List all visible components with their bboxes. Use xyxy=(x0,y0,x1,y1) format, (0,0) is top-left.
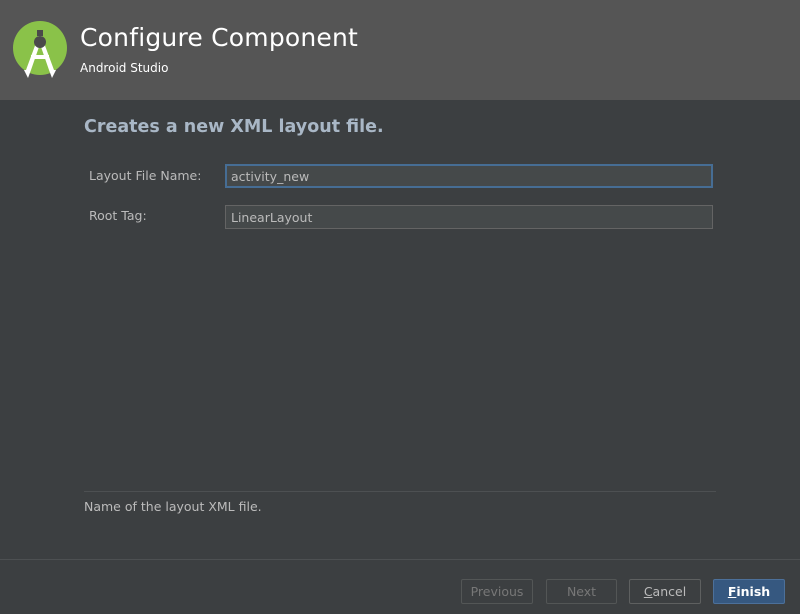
finish-label-rest: inish xyxy=(736,584,771,599)
root-tag-input[interactable] xyxy=(225,205,713,229)
step-description: Creates a new XML layout file. xyxy=(84,117,384,137)
dialog-header: Configure Component Android Studio xyxy=(0,0,800,100)
cancel-button[interactable]: Cancel xyxy=(629,579,701,604)
finish-button[interactable]: Finish xyxy=(713,579,785,604)
cancel-label-rest: ancel xyxy=(652,584,687,599)
configure-component-dialog: Configure Component Android Studio Creat… xyxy=(0,0,800,614)
dialog-subtitle: Android Studio xyxy=(80,61,169,75)
root-tag-label: Root Tag: xyxy=(89,208,147,223)
footer-divider xyxy=(0,559,800,560)
field-hint: Name of the layout XML file. xyxy=(84,499,262,514)
dialog-title: Configure Component xyxy=(80,23,359,52)
cancel-mnemonic: C xyxy=(643,584,653,599)
hint-divider xyxy=(84,491,716,492)
layout-file-name-label: Layout File Name: xyxy=(89,168,202,183)
previous-button[interactable]: Previous xyxy=(461,579,533,604)
layout-file-name-input[interactable] xyxy=(225,164,713,188)
next-button[interactable]: Next xyxy=(546,579,617,604)
android-studio-logo-icon xyxy=(13,21,67,78)
